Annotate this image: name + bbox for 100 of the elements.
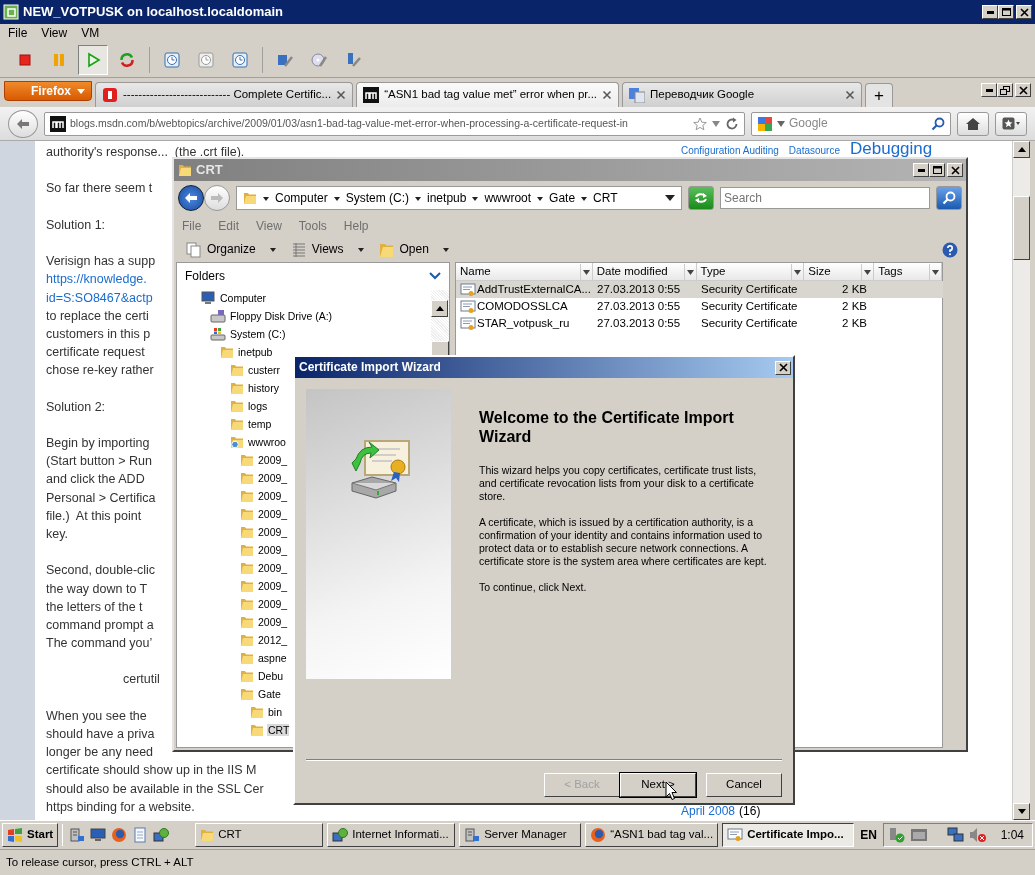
tree-item[interactable]: wwwroo — [247, 435, 286, 449]
article-link[interactable]: https://knowledge. — [46, 270, 147, 289]
dropdown-icon[interactable] — [794, 269, 802, 275]
toolbar-button[interactable] — [78, 44, 108, 75]
taskbar-button[interactable]: Certificate Impo... — [722, 823, 855, 847]
menu-item[interactable]: View — [41, 25, 68, 41]
dropdown-icon[interactable] — [686, 269, 694, 275]
tree-item[interactable]: inetpub — [237, 345, 273, 359]
tag-link[interactable]: Debugging — [850, 141, 933, 160]
breadcrumb-item[interactable]: Gate — [549, 190, 576, 206]
maximize-button[interactable] — [998, 5, 1014, 19]
down-arrow-icon[interactable] — [1017, 809, 1026, 814]
scroll-up-button[interactable] — [431, 300, 448, 317]
minimize-button[interactable] — [913, 163, 929, 177]
close-icon[interactable] — [336, 90, 347, 100]
dropdown-icon[interactable] — [582, 269, 590, 275]
tree-item[interactable]: 2009_ — [257, 525, 288, 539]
browser-tab[interactable]: ---------------------------- Complete Certific... — [95, 82, 354, 107]
tree-item[interactable]: Computer — [219, 291, 267, 305]
maximize-button[interactable] — [929, 163, 945, 177]
search-field[interactable]: Search — [720, 187, 930, 209]
tree-item[interactable]: 2009_ — [257, 579, 288, 593]
monitor-icon[interactable] — [90, 827, 107, 843]
file-row[interactable]: STAR_votpusk_ru 27.03.2013 0:55 Security Certificate 2 KB — [456, 315, 943, 332]
scrollbar-thumb[interactable] — [1013, 196, 1030, 260]
tree-item[interactable]: custerr — [247, 363, 281, 377]
window-icon[interactable] — [909, 828, 928, 842]
tree-item[interactable]: CRT — [267, 723, 290, 737]
close-icon[interactable] — [845, 90, 856, 100]
plug-check-icon[interactable] — [887, 827, 906, 843]
archive-link[interactable]: April 2008 — [681, 804, 736, 820]
network-icon[interactable] — [946, 827, 965, 843]
server-icon[interactable] — [69, 827, 86, 843]
refresh-button[interactable] — [688, 186, 714, 210]
back-button[interactable] — [178, 185, 204, 211]
close-button[interactable] — [1015, 83, 1031, 97]
star-icon[interactable] — [693, 116, 707, 131]
breadcrumb-item[interactable]: inetpub — [427, 190, 467, 206]
article-link[interactable]: id=S:SO8467&actp — [46, 288, 153, 307]
tree-item[interactable]: history — [247, 381, 279, 395]
dialog-button[interactable]: Cancel — [706, 773, 782, 797]
dropdown-icon[interactable] — [932, 269, 939, 275]
address-field[interactable]: blogs.msdn.com/b/webtopics/archive/2009/01/03/asn1-bad-tag-value-met-error-when-processing-a-certificate-request-in — [44, 111, 745, 136]
up-arrow-icon[interactable] — [1017, 147, 1026, 152]
tree-item[interactable]: Floppy Disk Drive (A:) — [229, 309, 333, 323]
new-tab-button[interactable]: + — [865, 83, 894, 107]
tree-item[interactable]: 2009_ — [257, 597, 288, 611]
search-button[interactable] — [936, 186, 962, 210]
address-field[interactable]: Computer System (C:) inetpub wwwroot Gate CRT — [236, 186, 682, 210]
toolbar-button[interactable]: Views — [286, 241, 369, 258]
home-button[interactable] — [957, 111, 989, 136]
scroll-down-button[interactable] — [1013, 803, 1030, 820]
bookmarks-button[interactable] — [995, 111, 1027, 136]
browser-tab[interactable]: Переводчик Google — [622, 82, 863, 107]
minimize-button[interactable] — [982, 5, 998, 19]
close-button[interactable] — [1016, 5, 1032, 19]
globe-computer-icon[interactable] — [153, 827, 170, 843]
tree-item[interactable]: 2009_ — [257, 507, 288, 521]
chevron-icon[interactable] — [429, 272, 441, 280]
tag-link[interactable]: Configuration Auditing — [681, 145, 779, 157]
tree-item[interactable]: System (C:) — [229, 327, 286, 341]
taskbar-button[interactable]: CRT — [195, 823, 324, 847]
tree-item[interactable]: 2009_ — [257, 561, 288, 575]
tree-item[interactable]: Gate — [257, 687, 281, 701]
breadcrumb-item[interactable]: System (C:) — [345, 190, 410, 206]
tag-link[interactable]: Datasource — [788, 145, 840, 157]
tree-item[interactable]: 2009_ — [257, 453, 288, 467]
tree-item[interactable]: temp — [247, 417, 272, 431]
file-row[interactable]: AddTrustExternalCA... 27.03.2013 0:55 Security Certificate 2 KB — [456, 281, 943, 298]
breadcrumb-item[interactable]: Computer — [275, 190, 328, 206]
language-indicator[interactable]: EN — [858, 827, 879, 843]
search-icon[interactable] — [931, 116, 945, 131]
start-button[interactable]: Start — [2, 823, 59, 847]
dropdown-icon[interactable] — [665, 194, 675, 202]
tree-item[interactable]: 2012_ — [257, 633, 288, 647]
reload-icon[interactable] — [725, 116, 739, 131]
close-icon[interactable] — [602, 90, 613, 100]
browser-tab[interactable]: “ASN1 bad tag value met” error when pr... — [356, 82, 620, 107]
file-row[interactable]: COMODOSSLCA 27.03.2013 0:55 Security Certificate 2 KB — [456, 298, 943, 315]
tree-item[interactable]: 2009_ — [257, 615, 288, 629]
tree-item[interactable]: 2009_ — [257, 471, 288, 485]
globe-icon[interactable] — [111, 827, 128, 843]
tree-item[interactable]: bin — [267, 705, 282, 719]
help-icon[interactable] — [942, 241, 958, 258]
close-button[interactable] — [775, 360, 791, 375]
search-field[interactable]: Google — [751, 111, 951, 136]
tree-item[interactable]: Debu — [257, 669, 284, 683]
restore-button[interactable] — [997, 83, 1013, 97]
breadcrumb-item[interactable]: CRT — [593, 190, 618, 206]
breadcrumb-item[interactable]: wwwroot — [484, 190, 532, 206]
close-button[interactable] — [947, 163, 963, 177]
toolbar-button[interactable]: Open — [374, 241, 454, 258]
tree-item[interactable]: 2009_ — [257, 543, 288, 557]
menu-item[interactable]: File — [8, 25, 28, 41]
scroll-up-button[interactable] — [1013, 141, 1030, 158]
tree-item[interactable]: logs — [247, 399, 268, 413]
taskbar-button[interactable]: Server Manager — [459, 823, 582, 847]
dropdown-icon[interactable] — [864, 269, 872, 275]
minimize-button[interactable] — [981, 83, 997, 97]
up-arrow-icon[interactable] — [435, 306, 444, 311]
